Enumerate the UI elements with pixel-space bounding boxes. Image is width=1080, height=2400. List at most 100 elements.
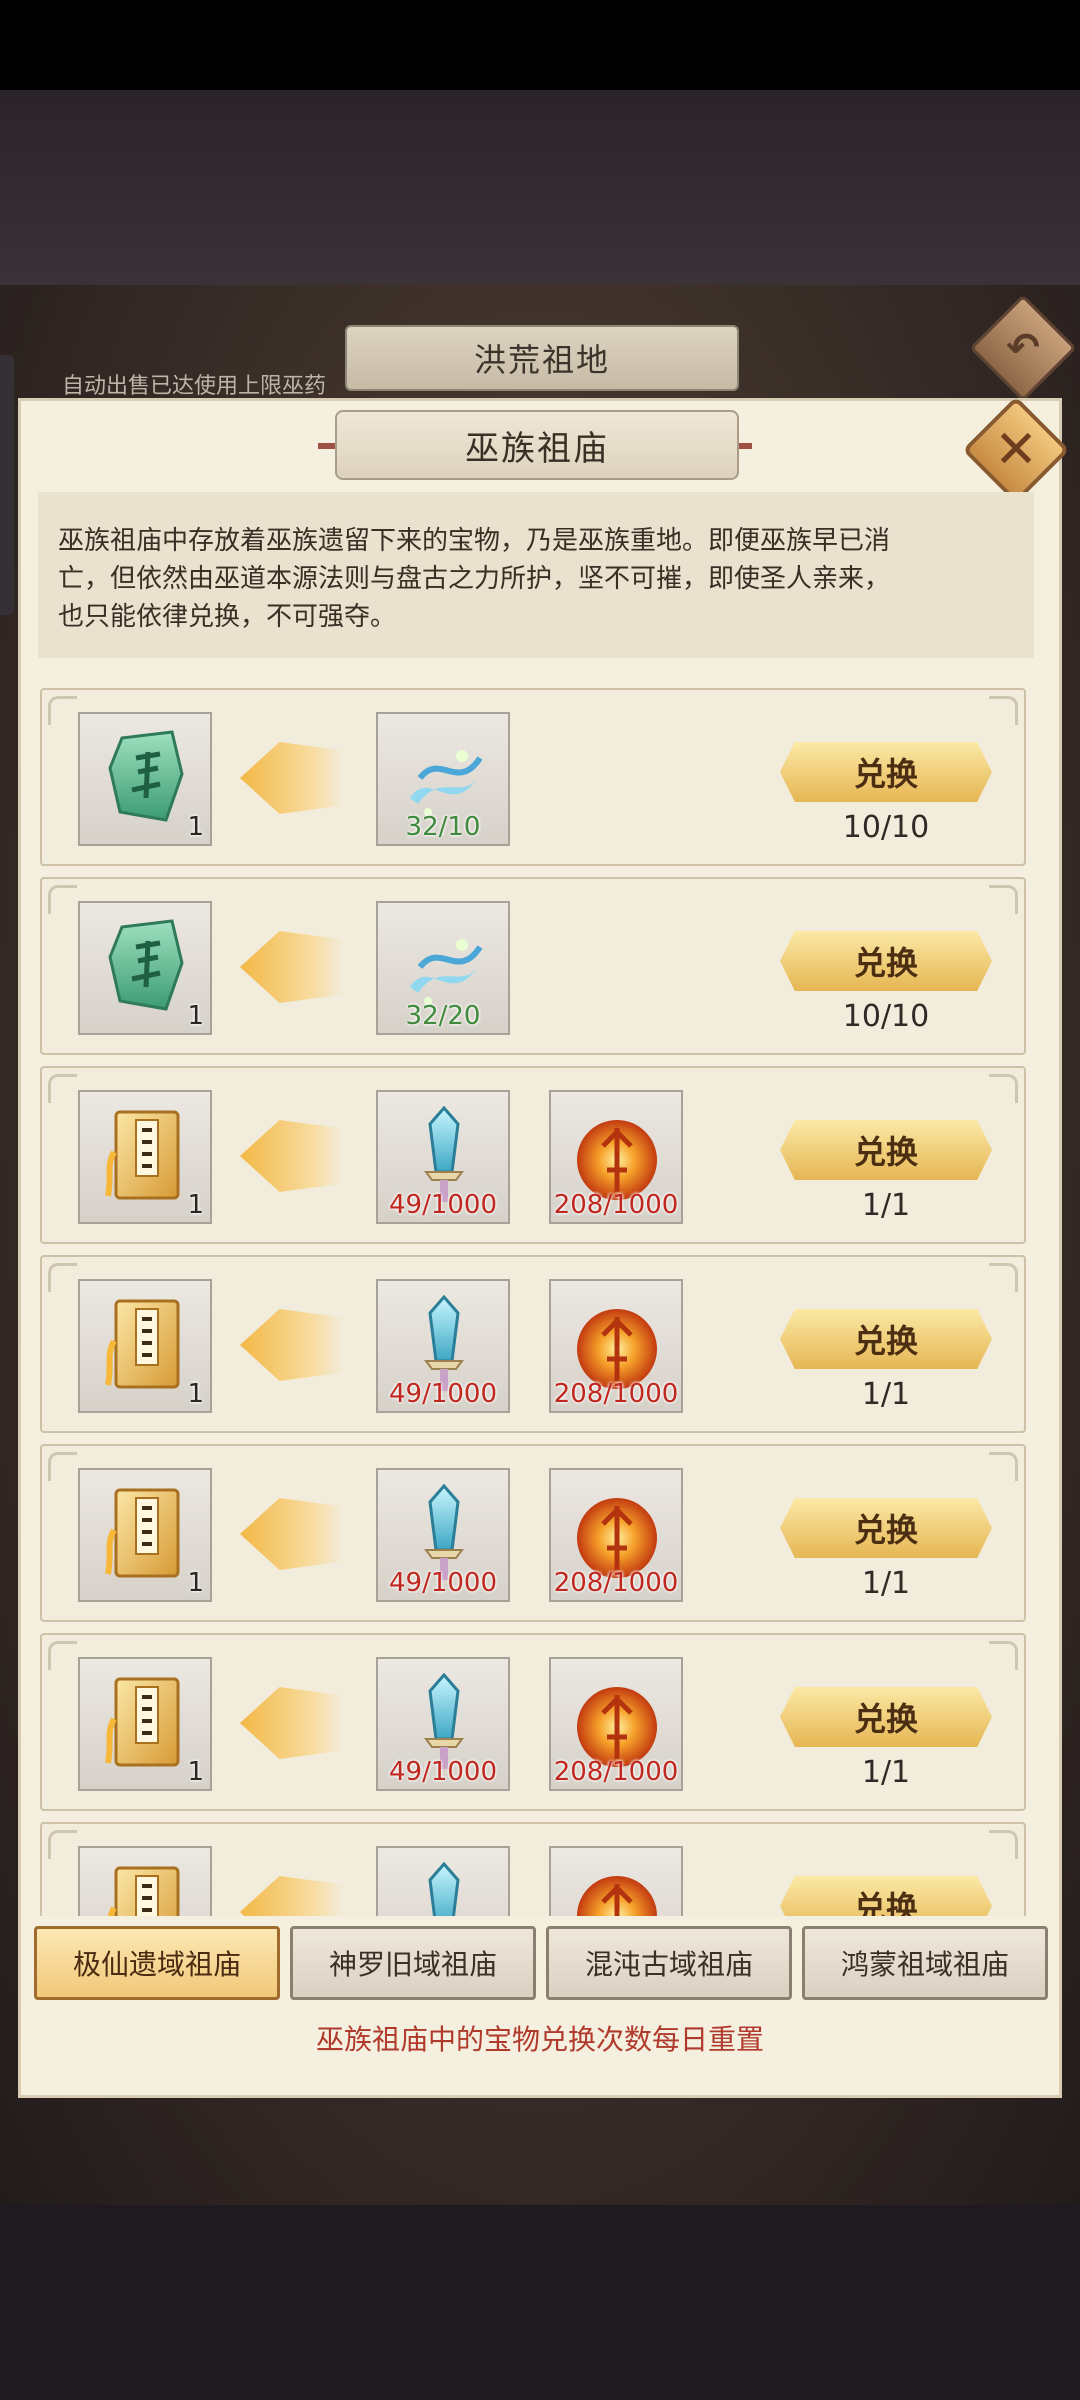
exchange-button-label: 兑换 [853,1133,918,1171]
cost-progress: 32/20 [405,1001,481,1031]
cost-progress: 208/1000 [553,1379,679,1409]
row-corner-ornament [989,1263,1018,1292]
auto-sell-notice: 自动出售已达使用上限巫药 [62,374,327,399]
temple-tab[interactable]: 神罗旧域祖庙 [290,1926,536,2000]
cost-item-slot[interactable]: 49/1000 [376,1468,510,1602]
panel-title: 巫族祖庙 [335,410,739,480]
cost-progress: 32/10 [405,812,481,842]
cost-progress: 208/1000 [553,1190,679,1220]
description-line: 也只能依律兑换，不可强夺。 [58,602,397,632]
row-corner-ornament [989,1452,1018,1481]
row-corner-ornament [989,696,1018,725]
exchange-arrow-icon [240,742,344,814]
row-corner-ornament [989,1074,1018,1103]
exchange-arrow-icon [240,1309,344,1381]
status-bar [0,0,1080,90]
reward-item-slot[interactable]: 1 [78,1657,212,1791]
back-arrow-icon: ↶ [1006,325,1040,371]
reward-count: 1 [187,1757,204,1787]
cost-progress: 49/1000 [388,1190,497,1220]
exchange-limit: 10/10 [842,999,930,1034]
reset-note: 巫族祖庙中的宝物兑换次数每日重置 [315,2023,764,2056]
exchange-button[interactable]: 兑换 [780,1876,992,1916]
exchange-limit: 1/1 [861,1188,911,1223]
reward-item-slot[interactable]: 1 [78,1279,212,1413]
cost-progress: 49/1000 [388,1379,497,1409]
exchange-arrow-icon [240,1876,344,1916]
cost-item-slot[interactable]: 32/10 [376,712,510,846]
reward-count: 1 [187,1379,204,1409]
exchange-limit: 1/1 [861,1566,911,1601]
exchange-button-label: 兑换 [853,1511,918,1549]
row-corner-ornament [48,1263,77,1292]
cost-progress: 208/1000 [553,1757,679,1787]
exchange-button[interactable]: 兑换 [780,1498,992,1558]
close-icon: ✕ [994,420,1038,480]
temple-tabs: 极仙遗域祖庙 神罗旧域祖庙 混沌古域祖庙 鸿蒙祖域祖庙 [34,1926,1048,2000]
cost-item-slot[interactable] [376,1846,510,1916]
panel-description: 巫族祖庙中存放着巫族遗留下来的宝物，乃是巫族重地。即便巫族早已消 亡，但依然由巫… [38,492,1034,658]
reward-item-slot[interactable]: 1 [78,712,212,846]
description-line: 亡，但依然由巫道本源法则与盘古之力所护，坚不可摧，即使圣人亲来， [58,564,891,594]
exchange-button-label: 兑换 [853,755,918,793]
exchange-row: 1 49/1000 208/1000 兑换 1/1 [40,1255,1026,1433]
cost-item-slot[interactable]: 208/1000 [549,1657,683,1791]
exchange-arrow-icon [240,1498,344,1570]
exchange-button[interactable]: 兑换 [780,931,992,991]
exchange-row: 1 49/1000 208/1000 兑换 1/1 [40,1444,1026,1622]
side-panel-edge [0,355,14,615]
exchange-button[interactable]: 兑换 [780,1687,992,1747]
exchange-list[interactable]: 1 32/10 兑换 10/10 1 32/20 兑换 10/10 1 49/1000 208/10… [40,688,1026,1916]
cost-item-slot[interactable] [549,1846,683,1916]
exchange-button[interactable]: 兑换 [780,1309,992,1369]
exchange-arrow-icon [240,1687,344,1759]
scene-backdrop-top [0,90,1080,285]
reward-count: 1 [187,1568,204,1598]
reward-item-slot[interactable] [78,1846,212,1916]
exchange-limit: 1/1 [861,1377,911,1412]
exchange-button[interactable]: 兑换 [780,1120,992,1180]
cost-item-slot[interactable]: 208/1000 [549,1279,683,1413]
exchange-button[interactable]: 兑换 [780,742,992,802]
row-corner-ornament [48,1452,77,1481]
row-corner-ornament [48,696,77,725]
exchange-row: 1 49/1000 208/1000 兑换 1/1 [40,1066,1026,1244]
exchange-row: 1 49/1000 208/1000 兑换 1/1 [40,1633,1026,1811]
reward-count: 1 [187,812,204,842]
exchange-button-label: 兑换 [853,1322,918,1360]
exchange-arrow-icon [240,1120,344,1192]
temple-tab[interactable]: 混沌古域祖庙 [546,1926,792,2000]
exchange-limit: 10/10 [842,810,930,845]
exchange-limit: 1/1 [861,1755,911,1790]
row-corner-ornament [989,885,1018,914]
exchange-row: 1 32/20 兑换 10/10 [40,877,1026,1055]
row-corner-ornament [989,1641,1018,1670]
row-corner-ornament [48,1830,77,1859]
temple-tab[interactable]: 极仙遗域祖庙 [34,1926,280,2000]
cost-item-slot[interactable]: 208/1000 [549,1090,683,1224]
reward-count: 1 [187,1001,204,1031]
cost-item-slot[interactable]: 208/1000 [549,1468,683,1602]
cost-item-slot[interactable]: 49/1000 [376,1279,510,1413]
reward-item-slot[interactable]: 1 [78,901,212,1035]
exchange-row: 兑换 [40,1822,1026,1916]
row-corner-ornament [48,1641,77,1670]
row-corner-ornament [989,1830,1018,1859]
cost-item-slot[interactable]: 49/1000 [376,1657,510,1791]
cost-item-slot[interactable]: 32/20 [376,901,510,1035]
row-corner-ornament [48,885,77,914]
reward-item-slot[interactable]: 1 [78,1090,212,1224]
exchange-row: 1 32/10 兑换 10/10 [40,688,1026,866]
exchange-button-label: 兑换 [853,1700,918,1738]
cost-item-slot[interactable]: 49/1000 [376,1090,510,1224]
exchange-button-label: 兑换 [853,944,918,982]
cost-progress: 208/1000 [553,1568,679,1598]
exchange-button-label: 兑换 [853,1889,918,1916]
temple-tab[interactable]: 鸿蒙祖域祖庙 [802,1926,1048,2000]
cost-progress: 49/1000 [388,1568,497,1598]
description-line: 巫族祖庙中存放着巫族遗留下来的宝物，乃是巫族重地。即便巫族早已消 [58,526,891,556]
reward-count: 1 [187,1190,204,1220]
reward-item-slot[interactable]: 1 [78,1468,212,1602]
exchange-arrow-icon [240,931,344,1003]
cost-progress: 49/1000 [388,1757,497,1787]
